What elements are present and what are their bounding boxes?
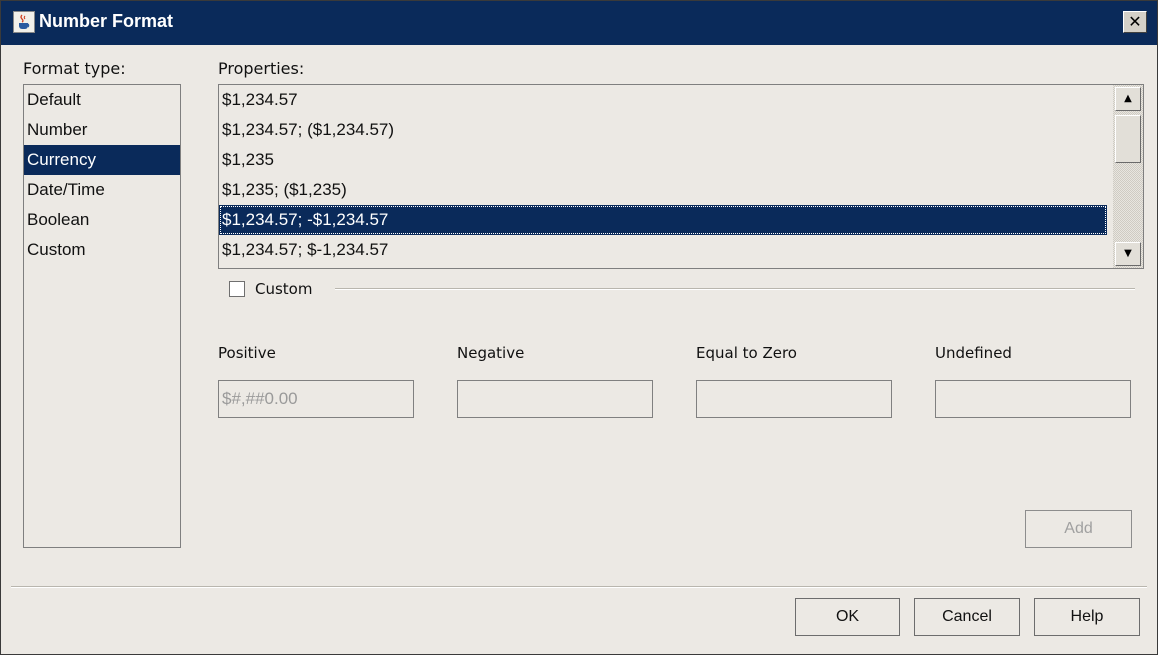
properties-list[interactable]: $1,234.57 $1,234.57; ($1,234.57) $1,235 …	[218, 84, 1144, 269]
properties-item-selected[interactable]: $1,234.57; -$1,234.57	[219, 205, 1107, 235]
equal-to-zero-label: Equal to Zero	[696, 344, 797, 362]
negative-field[interactable]	[457, 380, 653, 418]
title-bar[interactable]: Number Format ✕	[1, 1, 1157, 45]
ok-button[interactable]: OK	[795, 598, 900, 636]
scroll-up-button[interactable]: ▲	[1115, 87, 1141, 111]
format-type-item[interactable]: Number	[24, 115, 180, 145]
properties-item[interactable]: $1,234.57	[219, 85, 1107, 115]
close-icon: ✕	[1128, 12, 1142, 31]
custom-checkbox-label: Custom	[255, 280, 313, 298]
custom-separator	[335, 288, 1135, 290]
properties-scrollbar[interactable]: ▲ ▼	[1113, 85, 1143, 268]
add-button[interactable]: Add	[1025, 510, 1132, 548]
number-format-dialog: Number Format ✕ Format type: Default Num…	[0, 0, 1158, 655]
scroll-down-icon: ▼	[1124, 248, 1132, 259]
bottom-separator	[11, 586, 1147, 588]
format-type-list[interactable]: Default Number Currency Date/Time Boolea…	[23, 84, 181, 548]
properties-item[interactable]: $1,235; ($1,235)	[219, 175, 1107, 205]
positive-label: Positive	[218, 344, 276, 362]
properties-item[interactable]: $1,235	[219, 145, 1107, 175]
help-button[interactable]: Help	[1034, 598, 1140, 636]
properties-item[interactable]: $1,234.57; $-1,234.57	[219, 235, 1107, 265]
scroll-down-button[interactable]: ▼	[1115, 242, 1141, 266]
format-type-item[interactable]: Default	[24, 85, 180, 115]
custom-checkbox[interactable]	[229, 281, 245, 297]
scroll-up-icon: ▲	[1124, 93, 1132, 104]
undefined-label: Undefined	[935, 344, 1012, 362]
format-type-item[interactable]: Boolean	[24, 205, 180, 235]
properties-item[interactable]: $1,234.57; ($1,234.57)	[219, 115, 1107, 145]
cancel-button[interactable]: Cancel	[914, 598, 1020, 636]
close-button[interactable]: ✕	[1123, 11, 1147, 33]
format-type-item[interactable]: Custom	[24, 235, 180, 265]
scroll-thumb[interactable]	[1115, 115, 1141, 163]
properties-label: Properties:	[218, 59, 305, 78]
format-type-item[interactable]: Date/Time	[24, 175, 180, 205]
format-type-item-selected[interactable]: Currency	[24, 145, 180, 175]
equal-to-zero-field[interactable]	[696, 380, 892, 418]
positive-field[interactable]: $#,##0.00	[218, 380, 414, 418]
negative-label: Negative	[457, 344, 525, 362]
java-cup-icon	[13, 11, 35, 33]
format-type-label: Format type:	[23, 59, 126, 78]
window-title: Number Format	[39, 11, 174, 31]
undefined-field[interactable]	[935, 380, 1131, 418]
